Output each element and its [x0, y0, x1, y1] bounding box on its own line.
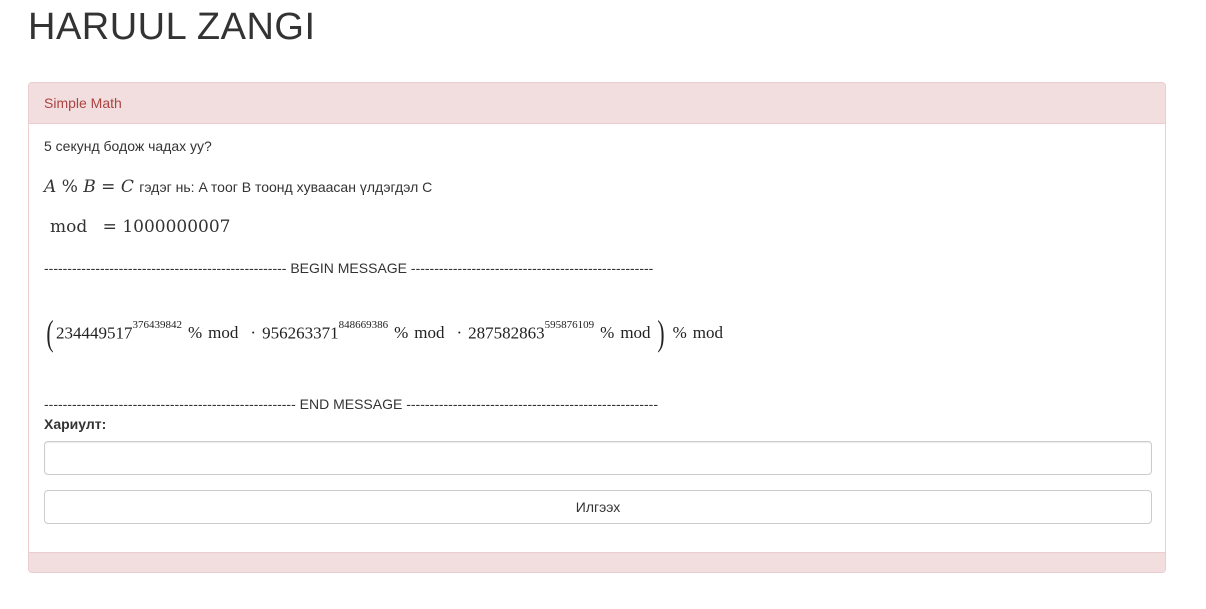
mod-equals: = [102, 217, 117, 237]
answer-input[interactable] [44, 441, 1152, 475]
intro-text: 5 секунд бодож чадах уу? [44, 138, 212, 154]
term-3: 287582863595876109 [468, 319, 594, 344]
begin-message-separator: ----------------------------------------… [44, 260, 654, 276]
percent-symbol: % [600, 323, 615, 342]
mod-label: mod [50, 217, 88, 237]
dot-operator: · [456, 323, 463, 342]
var-c: C [120, 177, 134, 197]
dot-operator: · [250, 323, 257, 342]
term-2: 956263371848669386 [262, 319, 388, 344]
term-base: 287582863 [468, 323, 545, 343]
mod-word: mod [692, 323, 723, 342]
open-paren: ( [46, 313, 54, 353]
var-a: A [44, 177, 57, 197]
term-base: 956263371 [262, 323, 339, 343]
math-panel: Simple Math 5 секунд бодож чадах уу? A %… [28, 82, 1166, 573]
term-exponent: 848669386 [338, 318, 389, 331]
mod-definition: mod = 1000000007 [50, 217, 230, 237]
submit-button[interactable]: Илгээх [44, 490, 1152, 524]
close-paren: ) [656, 313, 665, 353]
end-message-separator: ----------------------------------------… [44, 396, 658, 412]
site-title: HARUUL ZANGI [28, 6, 316, 48]
var-b: B [83, 177, 96, 197]
percent-symbol: % [61, 177, 78, 197]
mod-word: mod [208, 323, 239, 342]
definition-line: A % B = C гэдэг нь: A тоог B тоонд хуваа… [44, 177, 432, 197]
panel-heading: Simple Math [29, 83, 1165, 124]
percent-symbol: % [394, 323, 409, 342]
mod-value: 1000000007 [122, 217, 231, 237]
percent-symbol: % [672, 323, 687, 342]
term-1: 234449517376439842 [56, 319, 182, 344]
definition-text: гэдэг нь: A тоог B тоонд хуваасан үлдэгд… [139, 179, 433, 195]
mod-word: mod [620, 323, 651, 342]
equals-symbol: = [101, 177, 116, 197]
math-expression: ( 234449517376439842 % mod · 95626337184… [44, 315, 723, 351]
term-exponent: 595876109 [544, 318, 595, 331]
definition-formula: A % B = C [44, 177, 139, 197]
mod-word: mod [414, 323, 445, 342]
term-base: 234449517 [56, 323, 133, 343]
term-exponent: 376439842 [132, 318, 183, 331]
percent-symbol: % [188, 323, 203, 342]
panel-footer [29, 552, 1165, 572]
answer-label: Хариулт: [44, 416, 107, 432]
